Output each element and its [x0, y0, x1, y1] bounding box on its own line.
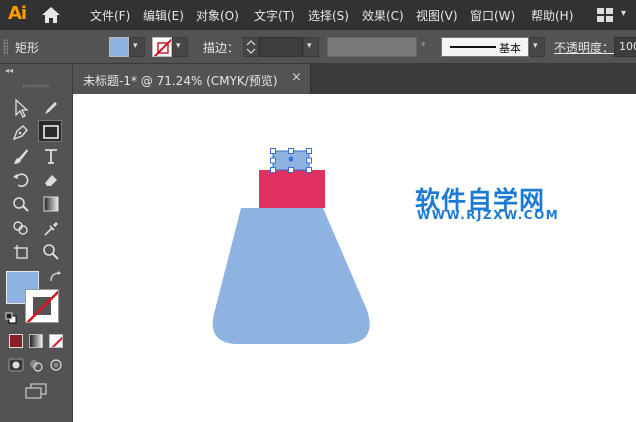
chevron-down-icon: ▾ [533, 41, 538, 51]
flask-body-shape[interactable] [212, 208, 370, 344]
eyedropper-tool[interactable] [39, 217, 63, 239]
document-tab[interactable]: 未标题-1* @ 71.24% (CMYK/预览) × [73, 64, 311, 94]
selection-center-point [288, 156, 294, 162]
pen-tool-group[interactable] [39, 97, 63, 119]
menu-item[interactable]: 文字(T) [254, 7, 295, 24]
eyedropper-icon [44, 222, 58, 236]
current-tool-label: 矩形 [15, 41, 40, 55]
shape-builder-icon [13, 221, 28, 235]
fill-color-swatch[interactable] [109, 37, 129, 57]
eraser-tool[interactable] [39, 169, 63, 191]
selection-handle[interactable] [306, 148, 312, 154]
draw-normal-icon[interactable] [8, 358, 24, 372]
paintbrush-icon [14, 149, 28, 164]
selection-handle[interactable] [270, 167, 276, 173]
artboard-icon [14, 245, 28, 259]
brush-definition[interactable]: 基本 [441, 37, 529, 57]
no-stroke-icon [26, 290, 58, 322]
fill-dropdown[interactable]: ▾ [129, 37, 145, 57]
chevron-down-icon[interactable]: ▾ [421, 40, 426, 50]
swap-fill-stroke-icon[interactable] [49, 271, 63, 283]
color-mode-button[interactable] [9, 334, 23, 348]
stroke-weight-input[interactable] [259, 37, 303, 57]
rectangle-icon [43, 125, 59, 139]
stepper-arrows-icon [246, 40, 256, 54]
menu-item[interactable]: 选择(S) [308, 7, 349, 24]
selection-handle[interactable] [306, 167, 312, 173]
menu-item[interactable]: 帮助(H) [531, 7, 573, 24]
stroke-weight-stepper[interactable] [243, 37, 259, 57]
selection-handle[interactable] [270, 148, 276, 154]
none-slash-icon [51, 336, 62, 347]
paintbrush-tool[interactable] [9, 145, 33, 167]
brush-line-preview [450, 46, 496, 48]
stroke-dropdown[interactable]: ▾ [172, 37, 188, 57]
selection-handle[interactable] [306, 157, 312, 164]
close-icon[interactable]: × [291, 70, 302, 85]
stroke-weight-dropdown[interactable]: ▾ [303, 37, 319, 57]
gradient-tool[interactable] [39, 193, 63, 215]
opacity-input[interactable]: 100 [614, 37, 636, 57]
draw-behind-icon[interactable] [28, 358, 44, 372]
selection-tool[interactable] [9, 97, 33, 119]
menu-item[interactable]: 对象(O) [196, 7, 239, 24]
selection-handle[interactable] [270, 157, 276, 164]
selection-handle[interactable] [288, 167, 294, 173]
stroke-color-swatch[interactable] [152, 37, 172, 57]
selection-handle[interactable] [288, 148, 294, 154]
menu-item[interactable]: 效果(C) [362, 7, 404, 24]
menu-bar: Ai 文件(F) 编辑(E) 对象(O) 文字(T) 选择(S) 效果(C) 视图(V) 窗口… [0, 0, 636, 30]
toolbox-grip-icon[interactable] [22, 84, 50, 88]
app-logo: Ai [8, 3, 27, 24]
eraser-icon [45, 175, 57, 186]
workspace-grid-icon[interactable] [597, 8, 613, 22]
chevron-down-icon: ▾ [176, 41, 181, 51]
menu-item[interactable]: 视图(V) [416, 7, 458, 24]
type-tool[interactable] [39, 145, 63, 167]
workspace-dropdown-icon[interactable]: ▾ [621, 8, 626, 19]
selection-arrow-icon [15, 98, 29, 118]
document-tab-title: 未标题-1* @ 71.24% (CMYK/预览) [83, 74, 278, 88]
type-icon [45, 149, 57, 164]
brush-definition-label: 基本 [499, 42, 521, 55]
stroke-weight-label: 描边： [203, 41, 240, 55]
magnifier-icon [43, 244, 59, 260]
opacity-label[interactable]: 不透明度： [554, 39, 614, 56]
pen-tool[interactable] [9, 121, 33, 143]
stroke-color-box[interactable] [25, 289, 59, 323]
draw-inside-icon[interactable] [48, 358, 64, 372]
menu-item[interactable]: 窗口(W) [470, 7, 515, 24]
chevron-down-icon: ▾ [307, 41, 312, 51]
artwork-layer [212, 148, 370, 344]
panel-grip-icon[interactable] [3, 39, 8, 55]
shape-builder-tool[interactable] [9, 217, 33, 239]
zoom-tool[interactable] [39, 241, 63, 263]
watermark-url: WWW.RJZXW.COM [417, 208, 560, 222]
gradient-icon [43, 196, 59, 212]
home-icon[interactable] [41, 6, 61, 24]
menu-item[interactable]: 文件(F) [90, 7, 130, 24]
chevron-down-icon: ▾ [133, 41, 138, 51]
artboard-tool[interactable] [9, 241, 33, 263]
none-mode-button[interactable] [49, 334, 63, 348]
menu-item[interactable]: 编辑(E) [143, 7, 184, 24]
rotate-tool[interactable] [9, 169, 33, 191]
variable-width-profile[interactable] [327, 37, 417, 57]
screen-mode-icon[interactable] [25, 383, 47, 399]
warp-tool[interactable] [9, 193, 33, 215]
collapse-panel-icon[interactable]: ◂◂ [5, 66, 13, 75]
brush-pencil-icon [45, 102, 57, 114]
no-stroke-icon [153, 38, 171, 56]
brush-definition-dropdown[interactable]: ▾ [529, 37, 545, 57]
gradient-mode-button[interactable] [29, 334, 43, 348]
pen-icon [12, 125, 28, 141]
warp-icon [13, 197, 29, 212]
rotate-icon [13, 173, 29, 187]
flask-neck-shape[interactable] [259, 170, 325, 208]
default-fill-stroke-icon[interactable] [5, 312, 17, 324]
rectangle-tool[interactable] [38, 120, 62, 142]
